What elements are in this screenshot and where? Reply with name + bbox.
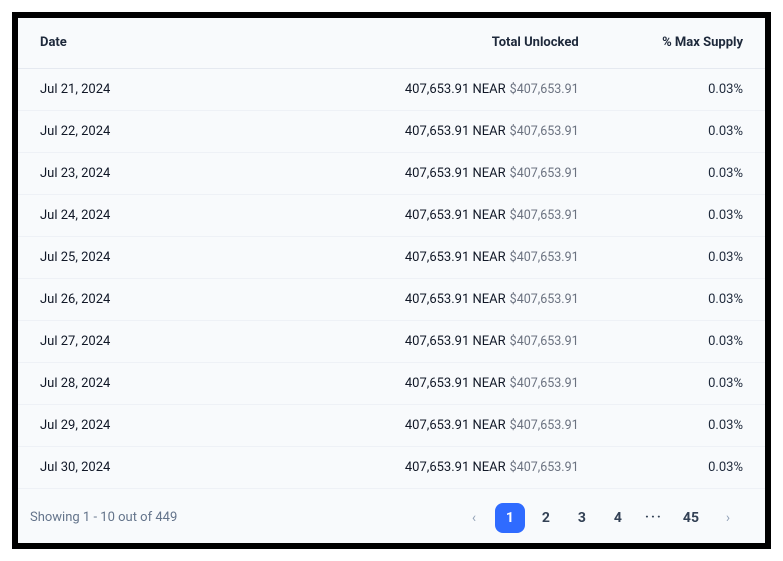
table-row: Jul 28, 2024 407,653.91 NEAR $407,653.91 0.… [18,362,765,404]
unlock-schedule-table: Date Total Unlocked % Max Supply Jul 21,… [18,18,765,489]
amount-value: 407,653.91 NEAR [405,376,506,391]
table-header-row: Date Total Unlocked % Max Supply [18,18,765,68]
cell-total-unlocked: 407,653.91 NEAR $407,653.91 [302,320,601,362]
cell-pct-max-supply: 0.03% [601,110,765,152]
usd-value: $407,653.91 [510,250,579,265]
amount-value: 407,653.91 NEAR [405,334,506,349]
cell-total-unlocked: 407,653.91 NEAR $407,653.91 [302,362,601,404]
table-row: Jul 29, 2024 407,653.91 NEAR $407,653.91 0.… [18,404,765,446]
column-header-total-unlocked[interactable]: Total Unlocked [302,18,601,68]
cell-total-unlocked: 407,653.91 NEAR $407,653.91 [302,236,601,278]
column-header-pct-max-supply[interactable]: % Max Supply [601,18,765,68]
cell-date: Jul 30, 2024 [18,446,302,488]
cell-total-unlocked: 407,653.91 NEAR $407,653.91 [302,404,601,446]
cell-total-unlocked: 407,653.91 NEAR $407,653.91 [302,68,601,110]
usd-value: $407,653.91 [510,82,579,97]
table-row: Jul 21, 2024 407,653.91 NEAR $407,653.91 0.… [18,68,765,110]
table-row: Jul 23, 2024 407,653.91 NEAR $407,653.91 0.… [18,152,765,194]
cell-date: Jul 21, 2024 [18,68,302,110]
chevron-right-icon: › [726,510,730,526]
cell-total-unlocked: 407,653.91 NEAR $407,653.91 [302,152,601,194]
page-last-button[interactable]: 45 [675,503,707,533]
table-container: Date Total Unlocked % Max Supply Jul 21,… [18,18,765,547]
cell-pct-max-supply: 0.03% [601,446,765,488]
chevron-left-icon: ‹ [472,510,476,526]
table-row: Jul 30, 2024 407,653.91 NEAR $407,653.91 0.… [18,446,765,488]
table-row: Jul 27, 2024 407,653.91 NEAR $407,653.91 0.… [18,320,765,362]
page-button-4[interactable]: 4 [603,503,633,533]
table-row: Jul 24, 2024 407,653.91 NEAR $407,653.91 0.… [18,194,765,236]
usd-value: $407,653.91 [510,376,579,391]
cell-pct-max-supply: 0.03% [601,194,765,236]
cell-pct-max-supply: 0.03% [601,152,765,194]
cell-date: Jul 29, 2024 [18,404,302,446]
pagination-bar: Showing 1 - 10 out of 449 ‹ 1234 ··· 45 … [18,489,765,547]
cell-pct-max-supply: 0.03% [601,362,765,404]
cell-pct-max-supply: 0.03% [601,320,765,362]
cell-date: Jul 27, 2024 [18,320,302,362]
cell-date: Jul 28, 2024 [18,362,302,404]
usd-value: $407,653.91 [510,460,579,475]
data-table-frame: Date Total Unlocked % Max Supply Jul 21,… [12,12,771,549]
amount-value: 407,653.91 NEAR [405,124,506,139]
cell-total-unlocked: 407,653.91 NEAR $407,653.91 [302,446,601,488]
cell-date: Jul 25, 2024 [18,236,302,278]
usd-value: $407,653.91 [510,166,579,181]
usd-value: $407,653.91 [510,334,579,349]
table-row: Jul 26, 2024 407,653.91 NEAR $407,653.91 0.… [18,278,765,320]
cell-pct-max-supply: 0.03% [601,404,765,446]
cell-total-unlocked: 407,653.91 NEAR $407,653.91 [302,110,601,152]
amount-value: 407,653.91 NEAR [405,460,506,475]
cell-date: Jul 26, 2024 [18,278,302,320]
page-button-3[interactable]: 3 [567,503,597,533]
amount-value: 407,653.91 NEAR [405,250,506,265]
cell-date: Jul 24, 2024 [18,194,302,236]
usd-value: $407,653.91 [510,418,579,433]
amount-value: 407,653.91 NEAR [405,82,506,97]
next-page-button[interactable]: › [713,503,743,533]
page-ellipsis: ··· [639,510,669,525]
cell-pct-max-supply: 0.03% [601,278,765,320]
table-row: Jul 22, 2024 407,653.91 NEAR $407,653.91 0.… [18,110,765,152]
usd-value: $407,653.91 [510,208,579,223]
amount-value: 407,653.91 NEAR [405,208,506,223]
cell-date: Jul 23, 2024 [18,152,302,194]
amount-value: 407,653.91 NEAR [405,418,506,433]
usd-value: $407,653.91 [510,292,579,307]
usd-value: $407,653.91 [510,124,579,139]
pager: ‹ 1234 ··· 45 › [459,503,743,533]
cell-pct-max-supply: 0.03% [601,236,765,278]
pagination-summary: Showing 1 - 10 out of 449 [30,510,177,525]
cell-total-unlocked: 407,653.91 NEAR $407,653.91 [302,278,601,320]
cell-pct-max-supply: 0.03% [601,68,765,110]
amount-value: 407,653.91 NEAR [405,292,506,307]
page-button-1[interactable]: 1 [495,503,525,533]
cell-date: Jul 22, 2024 [18,110,302,152]
amount-value: 407,653.91 NEAR [405,166,506,181]
column-header-date[interactable]: Date [18,18,302,68]
prev-page-button[interactable]: ‹ [459,503,489,533]
page-button-2[interactable]: 2 [531,503,561,533]
table-row: Jul 25, 2024 407,653.91 NEAR $407,653.91 0.… [18,236,765,278]
cell-total-unlocked: 407,653.91 NEAR $407,653.91 [302,194,601,236]
